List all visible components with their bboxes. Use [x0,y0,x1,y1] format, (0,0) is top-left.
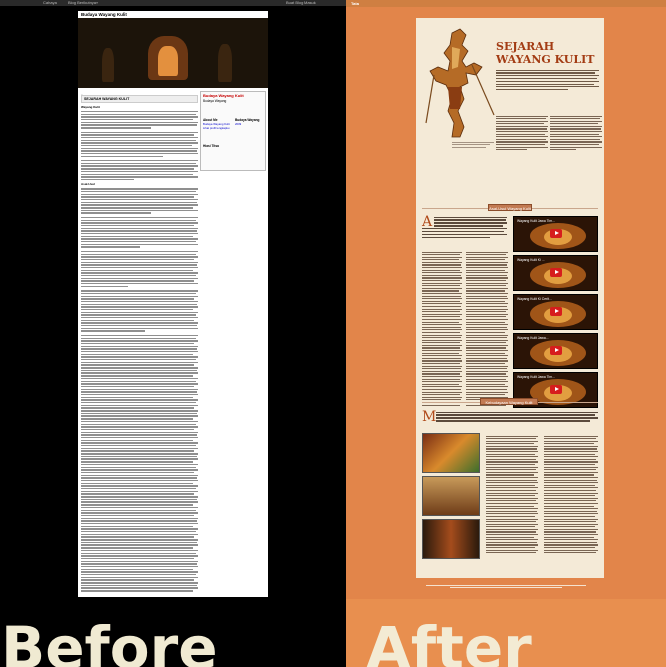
navbar-next-blog[interactable]: Blog Berikutnya» [68,0,98,6]
article-col-4 [466,250,508,406]
drop-cap: A [422,214,433,230]
before-label: Before [1,614,218,667]
post-text-block [81,250,198,288]
image-gallery [422,433,480,562]
site-logo[interactable]: Tata [351,0,359,7]
article-col-5 [486,434,538,554]
video-title[interactable]: Wayang Kulit Jawa Tim... [517,219,555,223]
intro-paragraph: A [422,214,507,239]
about-me-widget: About Me Budaya Wayang Kulit Lihat profi… [203,118,233,130]
post-text-block [81,216,198,248]
after-footer [346,580,666,599]
navbar-search-label[interactable]: Cahaya [43,0,57,6]
post-text-block [81,111,198,129]
article-title: SEJARAH WAYANG KULIT [496,40,595,66]
profile-link[interactable]: Lihat profil lengkapku [203,126,233,130]
culture-intro: M [422,409,598,425]
drop-cap: M [422,409,437,425]
navbar-signin[interactable]: Masuk [304,0,316,6]
post-body: SEJARAH WAYANG KULIT Wayang Kulit Asal-U… [81,95,198,593]
video-thumbnail[interactable]: Wayang Kulit Jawa... [513,333,598,369]
wayang-figure-left [102,48,114,82]
wayang-puppet-image [425,28,495,138]
post-text-block [81,334,198,593]
navbar-create-blog[interactable]: Buat Blog [286,0,303,6]
footer-heading: Hiasi Titsa [203,144,219,148]
archive-widget: Budaya Wayang 2009 [235,118,265,126]
play-icon[interactable] [550,229,562,238]
section-button-kebudayaan[interactable]: Kebudayaan Wayang Kulit [480,398,538,405]
video-thumbnail[interactable]: Wayang Kulit Jawa Tim... [513,216,598,252]
sidebar-subtitle: Budaya Wayang [203,99,227,103]
post-subtitle: Wayang Kulit [81,105,100,109]
blogger-navbar: Cahaya Blog Berikutnya» Buat Blog Masuk [0,0,346,6]
video-thumbnail[interactable]: Wayang Kulit Ki Cerit... [513,294,598,330]
article-col-1 [496,114,548,151]
article-lede [496,68,599,91]
video-title[interactable]: Wayang Kulit Ki ... [517,258,545,262]
video-thumbnail[interactable]: Wayang Kulit Ki ... [513,255,598,291]
play-icon[interactable] [550,307,562,316]
after-label: After [366,614,532,667]
gallery-image[interactable] [422,433,480,473]
post-title[interactable]: SEJARAH WAYANG KULIT [81,95,198,103]
wayang-figure-right [218,44,232,82]
section-heading: Asal-Usul [81,182,95,187]
before-label-bar: Before [0,599,346,667]
article-col-6 [544,434,598,554]
article-col-3 [422,250,462,406]
after-article: SEJARAH WAYANG KULIT Asal-Usul Wayang Ku… [416,18,604,578]
after-label-bar: After [346,599,666,667]
archive-year[interactable]: 2009 [235,122,265,126]
video-title[interactable]: Wayang Kulit Jawa Tim... [517,375,555,379]
video-title[interactable]: Wayang Kulit Jawa... [517,336,549,340]
blog-title[interactable]: Budaya Wayang Kulit [81,12,127,17]
sidebar-title: Budaya Wayang Kulit [203,93,244,98]
section-button-asal-usul[interactable]: Asal-Usul Wayang Kulit [488,204,532,211]
after-topbar: Tata [346,0,666,7]
image-caption [452,141,494,148]
play-icon[interactable] [550,346,562,355]
play-icon[interactable] [550,268,562,277]
play-icon[interactable] [550,385,562,394]
before-blog-page: Budaya Wayang Kulit _ SEJARAH WAYANG KUL… [78,11,268,597]
after-panel: Tata SEJARAH WAYANG KULIT Asal-Usul Waya… [346,0,666,667]
video-list: Wayang Kulit Jawa Tim... Wayang Kulit Ki… [513,216,598,411]
before-panel: Cahaya Blog Berikutnya» Buat Blog Masuk … [0,0,346,667]
article-col-2 [550,114,602,151]
post-text-block [81,188,198,214]
stage-light-core [158,46,178,76]
video-title[interactable]: Wayang Kulit Ki Cerit... [517,297,552,301]
sidebar: Budaya Wayang Kulit Budaya Wayang About … [200,91,266,171]
post-text-block [81,290,198,332]
post-text-block [81,131,198,158]
gallery-image[interactable] [422,476,480,516]
gallery-image[interactable] [422,519,480,559]
post-text-block [81,160,198,181]
header-image [78,18,268,88]
